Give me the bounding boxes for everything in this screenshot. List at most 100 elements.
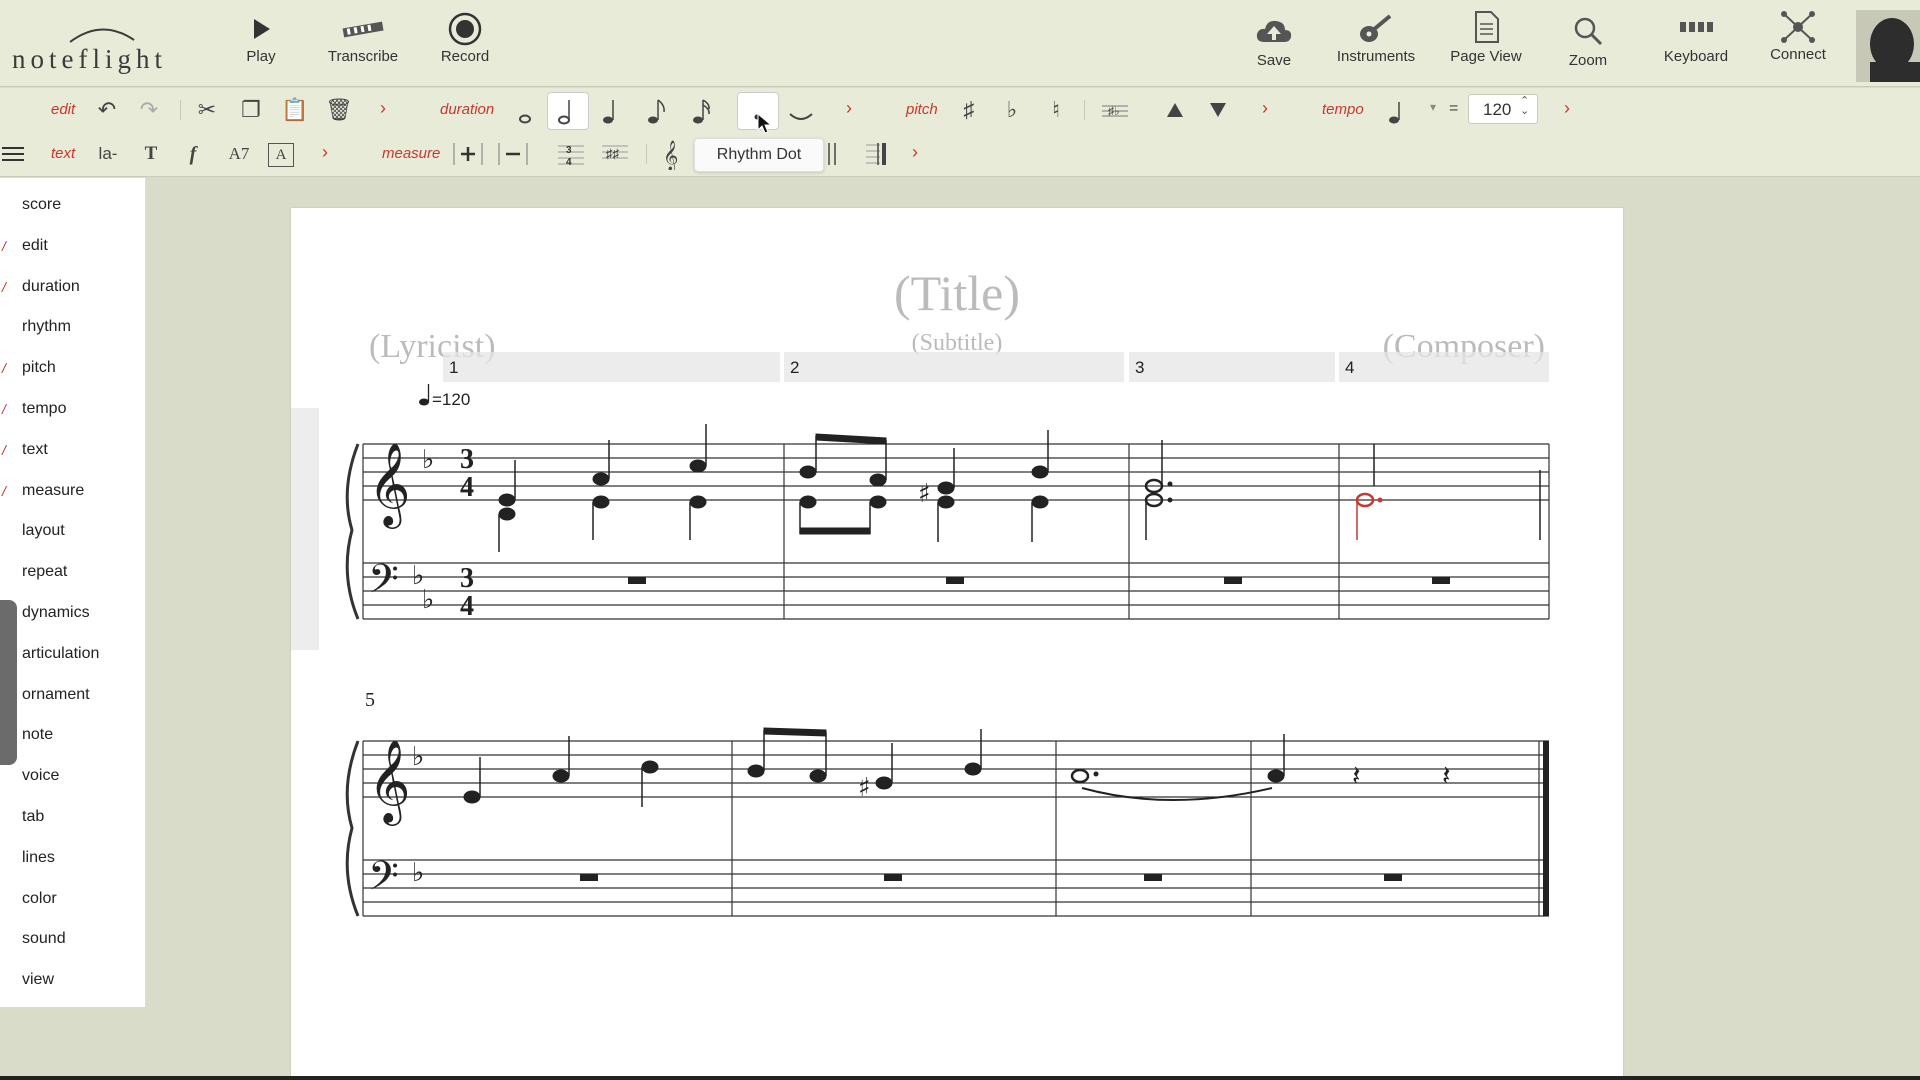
tempo-section-label[interactable]: tempo [1322, 101, 1364, 118]
checked-mark-icon: / [2, 482, 6, 499]
play-label: Play [246, 48, 276, 65]
whole-note-icon[interactable] [516, 96, 536, 126]
enharmonic-icon[interactable]: ♯♭ [1100, 98, 1130, 122]
measure-section-label[interactable]: measure [382, 145, 440, 162]
quarter-note-icon[interactable] [600, 96, 620, 126]
measure-number-bar-2[interactable]: 2 [784, 352, 1124, 382]
save-button[interactable]: Save [1224, 14, 1324, 80]
paste-icon[interactable]: 📋 [281, 96, 309, 124]
pitch-down-icon[interactable] [1208, 100, 1228, 120]
noteflight-logo: noteflight [10, 20, 190, 80]
sidebar-item-dynamics[interactable]: dynamics [22, 604, 90, 622]
measure-number-bar-4[interactable]: 4 [1339, 352, 1549, 382]
chevron-right-icon[interactable]: › [846, 98, 852, 119]
measure-number: 4 [1345, 358, 1355, 377]
page-view-button[interactable]: Page View [1436, 11, 1536, 80]
sidebar-item-view[interactable]: view [22, 971, 54, 989]
svg-text:4: 4 [566, 157, 572, 168]
ribbon-row-2: text la- T f A7 A › measure 34 ♯♯ 𝄞 › [0, 132, 1920, 177]
pitch-section-label[interactable]: pitch [906, 101, 938, 118]
zoom-button[interactable]: Zoom [1538, 14, 1638, 80]
guitar-icon [1360, 14, 1392, 42]
connect-button[interactable]: Connect [1748, 11, 1848, 80]
sidebar-item-pitch[interactable]: pitch [22, 359, 56, 377]
logo-text: noteflight [12, 44, 167, 74]
boxed-text-tool[interactable]: A [268, 143, 294, 167]
page-icon [1475, 11, 1499, 43]
sidebar-item-text[interactable]: text [22, 441, 48, 459]
sidebar-item-lines[interactable]: lines [22, 849, 55, 867]
natural-icon[interactable]: ♮ [1042, 96, 1070, 124]
chevron-right-icon[interactable]: › [380, 98, 386, 119]
record-button[interactable]: Record [415, 12, 515, 80]
chevron-right-icon[interactable]: › [322, 142, 328, 163]
sidebar-item-score[interactable]: score [22, 196, 61, 214]
sidebar-item-ornament[interactable]: ornament [22, 686, 90, 704]
measure-number-bar-3[interactable]: 3 [1129, 352, 1335, 382]
copy-icon[interactable]: ❐ [237, 96, 265, 124]
add-measure-icon[interactable] [453, 141, 483, 167]
key-signature-icon[interactable]: ♯♯ [600, 140, 630, 168]
tempo-stepper-icon[interactable]: ⌃ ⌄ [1520, 96, 1529, 117]
dynamic-text-tool[interactable]: f [180, 140, 206, 168]
chevron-right-icon[interactable]: › [1564, 98, 1570, 119]
hamburger-menu-icon[interactable] [0, 144, 26, 164]
sixteenth-note-icon[interactable] [690, 96, 712, 126]
chevron-right-icon[interactable]: › [912, 142, 918, 163]
edit-section-label[interactable]: edit [51, 101, 75, 118]
system-handle[interactable] [291, 408, 319, 650]
duration-section-label[interactable]: duration [440, 101, 494, 118]
side-tab-handle[interactable] [0, 600, 17, 765]
final-barline-icon[interactable] [864, 141, 890, 167]
lyric-tool[interactable]: la- [92, 140, 124, 168]
instruments-button[interactable]: Instruments [1326, 14, 1426, 80]
sidebar-item-color[interactable]: color [22, 890, 57, 908]
sidebar-item-duration[interactable]: duration [22, 278, 80, 296]
text-tool[interactable]: T [138, 140, 164, 168]
trash-icon[interactable]: 🗑 [325, 96, 353, 124]
sidebar-item-sound[interactable]: sound [22, 930, 66, 948]
top-toolbar: noteflight Play Transcribe Record Save I… [0, 0, 1920, 87]
tie-icon[interactable] [786, 96, 816, 126]
avatar[interactable] [1856, 10, 1920, 82]
sidebar-item-edit[interactable]: edit [22, 237, 48, 255]
sidebar-item-tab[interactable]: tab [22, 808, 44, 826]
chevron-right-icon[interactable]: › [1262, 98, 1268, 119]
record-label: Record [440, 48, 490, 65]
sidebar-item-tempo[interactable]: tempo [22, 400, 66, 418]
sidebar-item-repeat[interactable]: repeat [22, 563, 67, 581]
double-barline-icon[interactable] [826, 141, 840, 167]
score-title[interactable]: (Title) [291, 264, 1623, 322]
pitch-up-icon[interactable] [1165, 100, 1185, 120]
svg-text:𝄞: 𝄞 [663, 140, 678, 170]
cut-icon[interactable]: ✂ [193, 96, 221, 124]
remove-measure-icon[interactable] [498, 141, 528, 167]
flat-icon[interactable]: ♭ [998, 96, 1026, 124]
play-button[interactable]: Play [211, 14, 311, 80]
tempo-note-icon[interactable] [1386, 96, 1406, 126]
sidebar-item-note[interactable]: note [22, 726, 53, 744]
network-icon [1781, 11, 1815, 43]
sharp-icon[interactable]: ♯ [955, 96, 983, 124]
text-section-label[interactable]: text [51, 145, 75, 162]
sidebar-item-measure[interactable]: measure [22, 482, 84, 500]
sidebar-item-rhythm[interactable]: rhythm [22, 318, 71, 336]
transcribe-button[interactable]: Transcribe [313, 14, 413, 80]
measure-number-bar-1[interactable]: 1 [443, 352, 780, 382]
clef-icon[interactable]: 𝄞 [660, 138, 684, 170]
transcribe-label: Transcribe [327, 48, 399, 65]
checked-mark-icon: / [2, 441, 6, 458]
chord-symbol-tool[interactable]: A7 [224, 140, 254, 168]
sidebar-item-articulation[interactable]: articulation [22, 645, 99, 663]
measure-number: 3 [1135, 358, 1145, 377]
half-note-icon[interactable] [556, 96, 576, 126]
time-signature-icon[interactable]: 34 [556, 140, 586, 168]
sidebar-item-layout[interactable]: layout [22, 522, 65, 540]
svg-text:3: 3 [566, 145, 572, 156]
redo-icon[interactable]: ↷ [135, 96, 163, 124]
undo-icon[interactable]: ↶ [93, 96, 121, 124]
eighth-note-icon[interactable] [645, 96, 667, 126]
sidebar-item-voice[interactable]: voice [22, 767, 59, 785]
keyboard-button[interactable]: Keyboard [1646, 14, 1746, 80]
tempo-note-dropdown-icon[interactable]: ▾ [1430, 100, 1436, 114]
